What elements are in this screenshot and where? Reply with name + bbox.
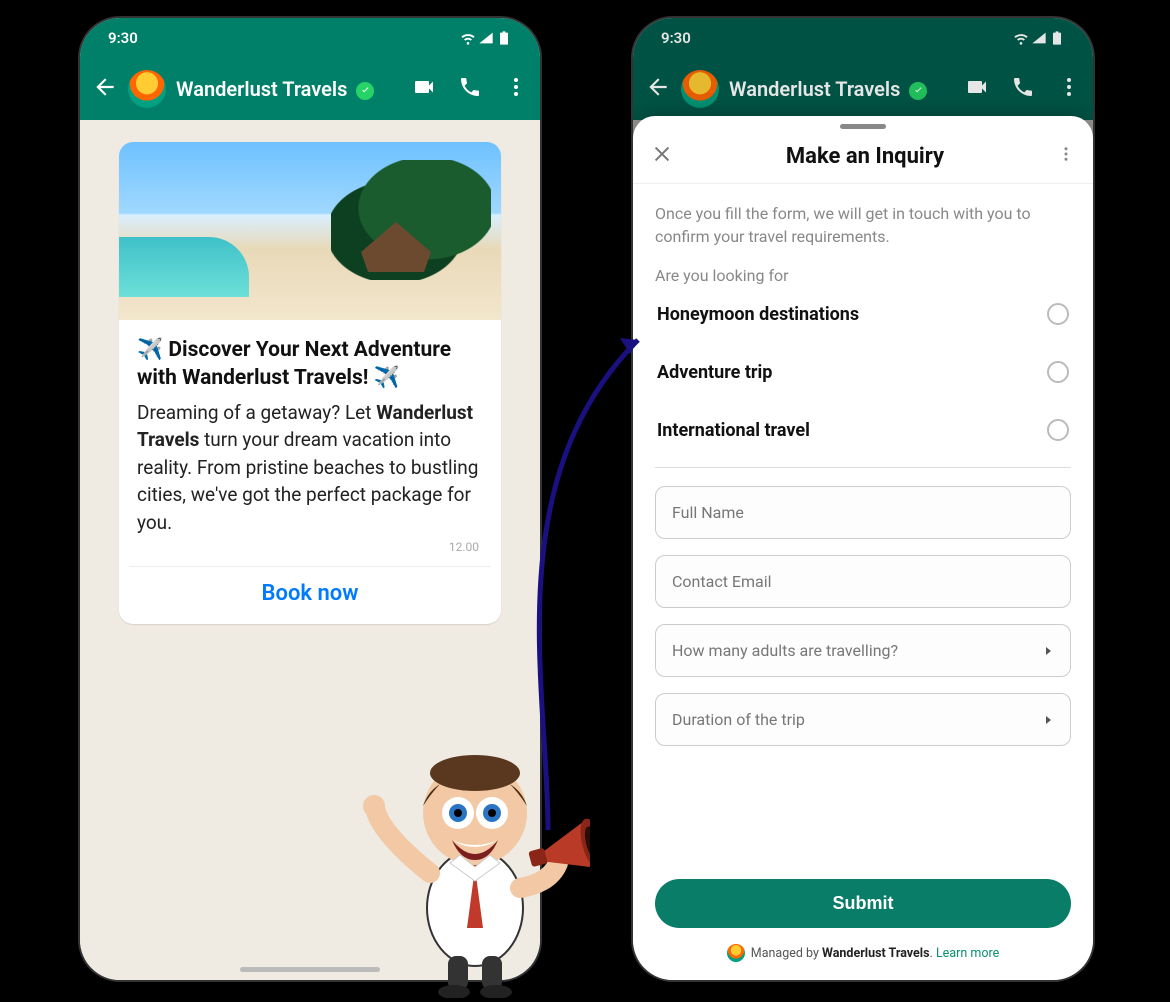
chat-name[interactable]: Wanderlust Travels xyxy=(176,77,394,101)
arrow-left-icon xyxy=(92,74,118,100)
radio-label: International travel xyxy=(657,420,810,441)
adults-dropdown[interactable]: How many adults are travelling? xyxy=(655,624,1071,677)
arrow-left-icon xyxy=(645,74,671,100)
message-body-pre: Dreaming of a getaway? Let xyxy=(137,401,376,424)
duration-dropdown[interactable]: Duration of the trip xyxy=(655,693,1071,746)
radio-icon xyxy=(1047,419,1069,441)
verified-badge-icon xyxy=(909,82,927,100)
status-icons xyxy=(1013,30,1065,46)
battery-icon xyxy=(496,30,512,46)
plane-emoji-icon: ✈️ xyxy=(374,366,400,390)
chevron-right-icon xyxy=(1042,645,1054,657)
field-placeholder: Contact Email xyxy=(672,572,772,591)
status-time: 9:30 xyxy=(661,29,691,47)
field-placeholder: Duration of the trip xyxy=(672,710,805,729)
radio-option-adventure[interactable]: Adventure trip xyxy=(655,343,1071,401)
radio-label: Honeymoon destinations xyxy=(657,304,859,325)
chat-header: Wanderlust Travels xyxy=(80,58,540,120)
radio-icon xyxy=(1047,361,1069,383)
question-label: Are you looking for xyxy=(655,266,1071,285)
phone-icon xyxy=(1011,75,1035,99)
managed-brand: Wanderlust Travels xyxy=(822,946,930,961)
voice-call-button[interactable] xyxy=(458,75,482,103)
sheet-description: Once you fill the form, we will get in t… xyxy=(655,202,1071,248)
chat-name[interactable]: Wanderlust Travels xyxy=(729,77,947,101)
sheet-drag-handle[interactable] xyxy=(840,124,886,129)
chat-avatar[interactable] xyxy=(681,70,719,108)
sheet-menu-button[interactable] xyxy=(1057,145,1075,167)
email-field[interactable]: Contact Email xyxy=(655,555,1071,608)
home-indicator[interactable] xyxy=(240,967,380,972)
submit-button[interactable]: Submit xyxy=(655,879,1071,928)
message-title-text: Discover Your Next Adventure with Wander… xyxy=(137,338,451,390)
message-title: ✈️ Discover Your Next Adventure with Wan… xyxy=(137,336,483,393)
managed-by-footer: Managed by Wanderlust Travels. Learn mor… xyxy=(633,938,1093,980)
signal-icon xyxy=(1031,30,1047,46)
message-timestamp: 12.00 xyxy=(141,540,479,554)
chat-avatar[interactable] xyxy=(128,70,166,108)
sheet-title: Make an Inquiry xyxy=(673,144,1057,169)
phone-icon xyxy=(458,75,482,99)
wifi-icon xyxy=(460,30,476,46)
radio-label: Adventure trip xyxy=(657,362,772,383)
status-bar: 9:30 xyxy=(633,18,1093,58)
chat-name-text: Wanderlust Travels xyxy=(176,77,347,101)
sheet-close-button[interactable] xyxy=(651,143,673,169)
wifi-icon xyxy=(1013,30,1029,46)
radio-icon xyxy=(1047,303,1069,325)
status-icons xyxy=(460,30,512,46)
phone-right: 9:30 Wanderlust Travels Make an Inq xyxy=(633,18,1093,980)
more-vert-icon xyxy=(504,75,528,99)
brand-mini-avatar-icon xyxy=(727,944,745,962)
managed-pre: Managed by xyxy=(751,946,822,961)
verified-badge-icon xyxy=(356,82,374,100)
video-icon xyxy=(412,75,436,99)
inquiry-sheet: Make an Inquiry Once you fill the form, … xyxy=(633,116,1093,980)
message-card: ✈️ Discover Your Next Adventure with Wan… xyxy=(119,142,501,624)
field-placeholder: Full Name xyxy=(672,503,744,522)
signal-icon xyxy=(478,30,494,46)
mascot-illustration xyxy=(360,718,590,998)
chat-header: Wanderlust Travels xyxy=(633,58,1093,120)
learn-more-link[interactable]: Learn more xyxy=(936,946,999,961)
back-button[interactable] xyxy=(645,74,671,104)
chevron-right-icon xyxy=(1042,714,1054,726)
radio-option-international[interactable]: International travel xyxy=(655,401,1071,459)
video-icon xyxy=(965,75,989,99)
field-placeholder: How many adults are travelling? xyxy=(672,641,898,660)
video-call-button[interactable] xyxy=(412,75,436,103)
battery-icon xyxy=(1049,30,1065,46)
message-body: Dreaming of a getaway? Let Wanderlust Tr… xyxy=(137,399,483,537)
more-vert-icon xyxy=(1057,145,1075,163)
voice-call-button[interactable] xyxy=(1011,75,1035,103)
full-name-field[interactable]: Full Name xyxy=(655,486,1071,539)
radio-option-honeymoon[interactable]: Honeymoon destinations xyxy=(655,285,1071,343)
divider xyxy=(655,467,1071,468)
plane-emoji-icon: ✈️ xyxy=(137,338,163,362)
chat-name-text: Wanderlust Travels xyxy=(729,77,900,101)
more-button[interactable] xyxy=(504,75,528,103)
more-vert-icon xyxy=(1057,75,1081,99)
video-call-button[interactable] xyxy=(965,75,989,103)
message-hero-image xyxy=(119,142,501,320)
back-button[interactable] xyxy=(92,74,118,104)
close-icon xyxy=(651,143,673,165)
status-time: 9:30 xyxy=(108,29,138,47)
book-now-button[interactable]: Book now xyxy=(262,581,359,606)
more-button[interactable] xyxy=(1057,75,1081,103)
status-bar: 9:30 xyxy=(80,18,540,58)
